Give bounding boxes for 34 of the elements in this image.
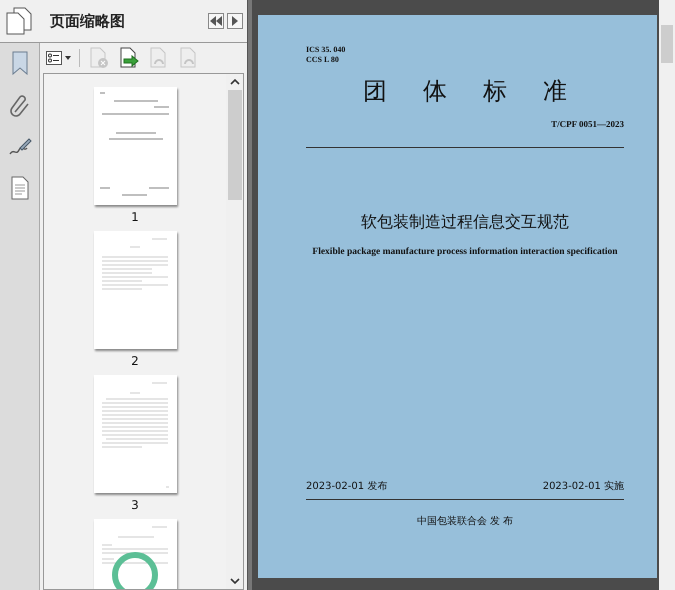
- panel-title: 页面缩略图: [50, 12, 126, 30]
- collapse-button[interactable]: [208, 13, 224, 29]
- page-thumbnail[interactable]: [94, 231, 176, 349]
- scrollbar-thumb[interactable]: [228, 90, 242, 200]
- implementation-date: 2023-02-01 实施: [542, 480, 624, 493]
- pages-icon: [6, 7, 32, 35]
- scrollbar-thumb[interactable]: [661, 25, 673, 63]
- release-date: 2023-02-01 发布: [306, 480, 388, 493]
- options-button[interactable]: [46, 51, 71, 65]
- publisher: 中国包装联合会 发 布: [416, 514, 514, 528]
- expand-button[interactable]: [227, 13, 243, 29]
- page-icon: [118, 47, 140, 69]
- page-thumbnail[interactable]: [94, 87, 176, 205]
- list-options-icon: [46, 51, 62, 65]
- page-number: 1: [131, 210, 139, 224]
- bookmark-icon[interactable]: [10, 50, 30, 76]
- page-number: 3: [131, 498, 139, 512]
- page-icon: [88, 47, 110, 69]
- document-heading: 团体标准: [362, 76, 604, 107]
- insert-page-button[interactable]: [118, 47, 140, 69]
- paperclip-icon[interactable]: [8, 94, 30, 118]
- page-thumbnail[interactable]: [94, 375, 176, 493]
- ccs-code: CCS L 80: [306, 55, 340, 65]
- document-title-english: Flexible package manufacture process information interaction specification: [311, 247, 619, 257]
- scroll-up-icon[interactable]: [230, 78, 240, 86]
- standard-number: T/CPF 0051—2023: [550, 119, 624, 129]
- double-left-arrow-icon: [210, 16, 222, 26]
- right-arrow-icon: [231, 16, 239, 26]
- document-title: 软包装制造过程信息交互规范: [360, 212, 570, 233]
- caret-icon: [65, 56, 71, 60]
- ics-code: ICS 35. 040: [306, 45, 346, 55]
- scroll-down-icon[interactable]: [230, 577, 240, 585]
- page-icon[interactable]: [10, 176, 30, 200]
- page-number: 2: [131, 354, 139, 368]
